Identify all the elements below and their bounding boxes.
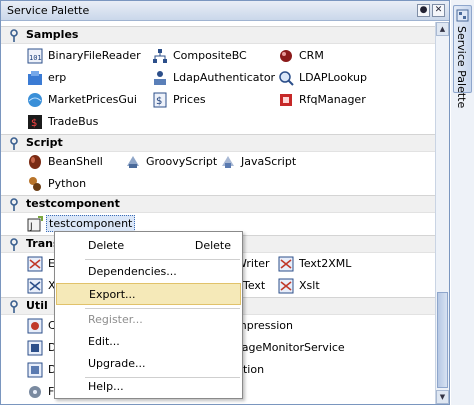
- beanshell-icon: [29, 155, 41, 169]
- svg-text:101: 101: [29, 54, 42, 62]
- palette-tab-icon: [456, 9, 469, 22]
- item-label: mpression: [236, 319, 293, 332]
- menu-item-edit[interactable]: Edit...: [56, 331, 241, 353]
- category-testcomponent[interactable]: testcomponent: [1, 195, 435, 213]
- item-label: CRM: [299, 49, 324, 62]
- ldap-auth-icon: [154, 71, 166, 85]
- scroll-thumb[interactable]: [437, 292, 448, 388]
- item-label: RfqManager: [299, 93, 366, 106]
- xslt-icon: [278, 278, 294, 294]
- close-button[interactable]: ✕: [432, 4, 445, 17]
- item-label: JavaScript: [241, 155, 297, 168]
- pin-icon[interactable]: [9, 198, 19, 212]
- util-icon: [27, 340, 43, 356]
- transform-icon: [27, 256, 43, 272]
- prices-icon: $: [153, 92, 167, 108]
- title-bar[interactable]: Service Palette ● ✕: [1, 1, 449, 21]
- item-label: Python: [48, 177, 87, 190]
- pin-icon[interactable]: [9, 137, 19, 151]
- util-icon: [27, 362, 43, 378]
- menu-item-dependencies[interactable]: Dependencies...: [56, 261, 241, 283]
- category-samples[interactable]: Samples: [1, 26, 435, 44]
- svg-text:$: $: [31, 118, 37, 129]
- util-icon: [27, 318, 43, 334]
- side-tab-label: Service Palette: [455, 26, 468, 109]
- tradebus-icon: $: [28, 115, 42, 129]
- item-label: MarketPricesGui: [48, 93, 137, 106]
- item-label: TradeBus: [48, 115, 99, 128]
- item-label: erp: [48, 71, 67, 84]
- pin-button[interactable]: ●: [417, 4, 430, 17]
- util-icon: [29, 386, 41, 398]
- item-label: GroovyScript: [146, 155, 218, 168]
- item-label: Xslt: [299, 279, 320, 292]
- erp-icon: [28, 71, 42, 85]
- menu-item-help[interactable]: Help...: [56, 376, 241, 398]
- menu-item-shortcut: Delete: [194, 239, 231, 252]
- pin-icon[interactable]: [9, 300, 19, 314]
- menu-item-delete[interactable]: Delete Delete: [56, 235, 241, 257]
- pin-icon[interactable]: [9, 238, 19, 252]
- menu-item-label: Upgrade...: [88, 357, 146, 370]
- category-script[interactable]: Script: [1, 134, 435, 152]
- market-prices-icon: [28, 93, 42, 107]
- category-label: Util: [26, 299, 48, 312]
- item-label: Text2XML: [299, 257, 352, 270]
- scroll-down-arrow-icon[interactable]: ▼: [436, 390, 449, 404]
- item-label: LDAPLookup: [299, 71, 367, 84]
- item-label: LdapAuthenticator: [173, 71, 276, 84]
- menu-item-export[interactable]: Export...: [56, 283, 241, 305]
- side-tab-strip: Service Palette: [451, 0, 474, 405]
- svg-text:J: J: [29, 222, 33, 232]
- text2xml-icon: [278, 256, 294, 272]
- pin-icon[interactable]: [9, 29, 19, 43]
- component-icon: J: [27, 216, 43, 232]
- category-label: Script: [26, 136, 63, 149]
- svg-text:$: $: [156, 96, 162, 107]
- crm-icon: [280, 50, 292, 62]
- ldap-lookup-icon: [279, 71, 294, 86]
- binary-file-icon: 101: [27, 48, 43, 64]
- category-label: Samples: [26, 28, 79, 41]
- transform-icon: [27, 278, 43, 294]
- item-label: BeanShell: [48, 155, 103, 168]
- window-title: Service Palette: [7, 4, 90, 17]
- menu-separator: [85, 259, 240, 260]
- rfq-icon: [280, 94, 292, 106]
- menu-item-label: Dependencies...: [88, 265, 177, 278]
- category-label: testcomponent: [26, 197, 120, 210]
- item-label: CompositeBC: [173, 49, 247, 62]
- python-icon: [29, 177, 41, 191]
- javascript-icon: [222, 156, 234, 168]
- context-menu: Delete Delete Dependencies... Export... …: [54, 231, 243, 399]
- item-label: Prices: [173, 93, 206, 106]
- groovy-icon: [127, 156, 139, 168]
- item-label: testcomponent: [46, 215, 136, 232]
- menu-item-label: Edit...: [88, 335, 120, 348]
- menu-item-label: Delete: [88, 239, 125, 252]
- menu-item-label: Export...: [89, 288, 136, 301]
- composite-icon: [153, 49, 167, 63]
- item-label: BinaryFileReader: [48, 49, 141, 62]
- menu-item-label: Help...: [88, 380, 124, 393]
- scroll-up-arrow-icon[interactable]: ▲: [436, 22, 449, 36]
- service-palette-tab[interactable]: Service Palette: [453, 5, 472, 108]
- menu-item-label: Register...: [88, 313, 143, 326]
- menu-item-upgrade[interactable]: Upgrade...: [56, 353, 241, 375]
- item-label: sageMonitorService: [236, 341, 345, 354]
- vertical-scrollbar[interactable]: ▲ ▼: [435, 22, 449, 404]
- menu-item-register: Register...: [56, 309, 241, 331]
